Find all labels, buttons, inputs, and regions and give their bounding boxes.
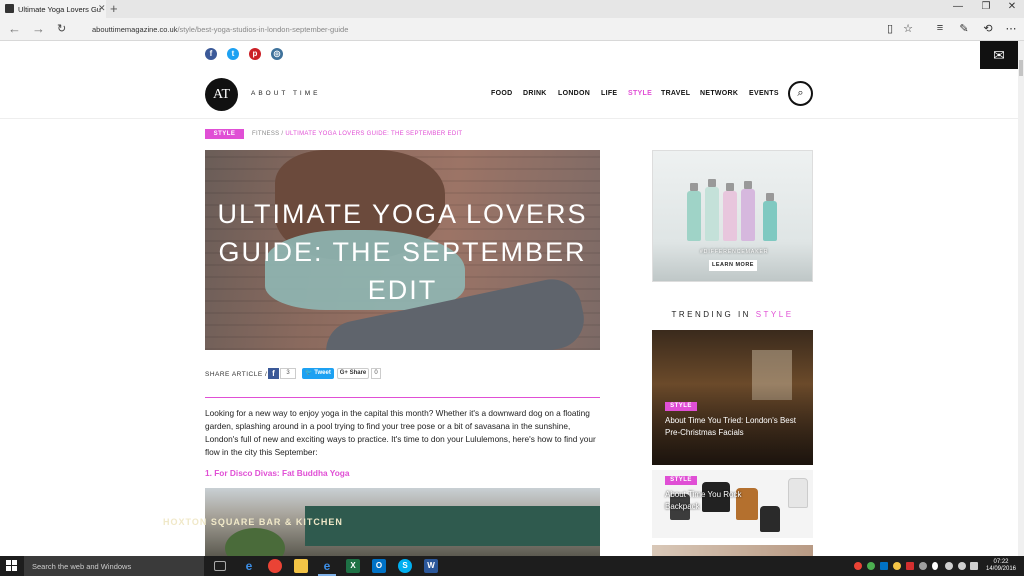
facebook-share-count: 3 [280, 368, 296, 379]
tray-battery-icon[interactable] [932, 562, 938, 570]
tray-app-icon[interactable] [893, 562, 901, 570]
tray-keyboard-icon[interactable] [970, 562, 978, 570]
hub-icon[interactable]: ≡ [933, 22, 947, 34]
nav-style[interactable]: STYLE [628, 90, 652, 97]
clock-date: 14/09/2016 [985, 566, 1017, 572]
gplus-share-count: 0 [371, 368, 381, 379]
scrollbar-thumb[interactable] [1019, 60, 1023, 76]
new-tab-icon[interactable]: + [110, 1, 118, 16]
breadcrumb: FITNESS / ULTIMATE YOGA LOVERS GUIDE: TH… [252, 131, 462, 137]
card-badge[interactable]: STYLE [665, 402, 697, 411]
windows-taskbar: Search the web and Windows e e X O S W 0… [0, 556, 1024, 576]
excel-icon[interactable]: X [346, 559, 360, 573]
close-tab-icon[interactable]: ✕ [98, 3, 106, 14]
url-path: /style/best-yoga-studios-in-london-septe… [177, 25, 349, 34]
tab-title: Ultimate Yoga Lovers Gu [18, 5, 101, 14]
refresh-icon[interactable]: ↻ [57, 22, 66, 35]
facebook-icon[interactable]: f [205, 48, 217, 60]
site-name[interactable]: ABOUT TIME [251, 90, 321, 97]
chrome-icon[interactable] [268, 559, 282, 573]
tweet-button[interactable]: 🐦 Tweet [302, 368, 334, 379]
category-badge[interactable]: STYLE [205, 129, 244, 139]
tray-app-icon[interactable] [867, 562, 875, 570]
gplus-share-button[interactable]: G+ Share [337, 368, 369, 379]
more-icon[interactable]: ⋯ [1004, 22, 1018, 35]
url-field[interactable]: abouttimemagazine.co.uk/style/best-yoga-… [92, 25, 348, 34]
trending-card[interactable] [652, 330, 813, 465]
tray-shield-icon[interactable] [906, 562, 914, 570]
card-title[interactable]: About Time You Tried: London's Best Pre-… [665, 415, 800, 439]
windows-start-icon[interactable] [6, 560, 18, 572]
ad-bottle [741, 189, 755, 241]
tray-app-icon[interactable] [919, 562, 927, 570]
ad-bottle [723, 191, 737, 241]
article-intro: Looking for a new way to enjoy yoga in t… [205, 408, 596, 457]
web-note-icon[interactable]: ✎ [957, 22, 971, 35]
clock-time: 07:22 [993, 559, 1009, 565]
trending-card[interactable] [652, 545, 813, 556]
file-explorer-icon[interactable] [294, 559, 308, 573]
newsletter-mail-icon[interactable]: ✉ [980, 41, 1018, 69]
nav-life[interactable]: LIFE [601, 90, 617, 97]
breadcrumb-current: ULTIMATE YOGA LOVERS GUIDE: THE SEPTEMBE… [285, 131, 463, 137]
share-icon[interactable]: ⟲ [981, 22, 995, 35]
site-favicon-icon [5, 4, 14, 13]
edge-active-icon[interactable]: e [320, 559, 334, 573]
reading-view-icon[interactable]: ▯ [883, 22, 897, 35]
site-search-icon[interactable]: ⌕ [788, 81, 813, 106]
nav-events[interactable]: EVENTS [749, 90, 779, 97]
card-title[interactable]: About Time You Rock Backpack [665, 489, 765, 513]
nav-travel[interactable]: TRAVEL [661, 90, 690, 97]
tweet-label: Tweet [314, 370, 331, 376]
url-domain: abouttimemagazine.co.uk [92, 25, 178, 34]
twitter-icon[interactable]: t [227, 48, 239, 60]
header-divider [0, 118, 1018, 119]
ad-hashtag: #DIFFERENCEMAKER [700, 249, 769, 255]
outlook-icon[interactable]: O [372, 559, 386, 573]
restore-icon[interactable]: ❐ [972, 1, 1000, 12]
close-window-icon[interactable]: ✕ [998, 1, 1024, 12]
minimize-icon[interactable]: — [944, 1, 972, 12]
breadcrumb-fitness[interactable]: FITNESS / [252, 131, 283, 137]
tray-chrome-icon[interactable] [854, 562, 862, 570]
instagram-icon[interactable]: ◎ [271, 48, 283, 60]
trending-prefix: TRENDING IN [671, 310, 751, 319]
facebook-share-icon[interactable]: f [268, 368, 279, 379]
bar-sign: HOXTON SQUARE BAR & KITCHEN [163, 517, 343, 527]
address-bar: ← → ↻ abouttimemagazine.co.uk/style/best… [0, 18, 1024, 41]
taskbar-clock[interactable]: 07:22 14/09/2016 [982, 559, 1020, 573]
task-view-icon[interactable] [214, 561, 226, 571]
trending-heading: TRENDING IN STYLE [652, 310, 813, 319]
pinterest-icon[interactable]: p [249, 48, 261, 60]
tray-volume-icon[interactable] [958, 562, 966, 570]
tray-outlook-icon[interactable] [880, 562, 888, 570]
back-icon[interactable]: ← [8, 21, 21, 36]
card-badge[interactable]: STYLE [665, 476, 697, 485]
share-divider [205, 397, 600, 398]
ad-bottle [705, 187, 719, 241]
browser-tab[interactable]: Ultimate Yoga Lovers Gu ✕ [0, 0, 106, 18]
nav-drink[interactable]: DRINK [523, 90, 547, 97]
section-heading: 1. For Disco Divas: Fat Buddha Yoga [205, 468, 350, 478]
forward-icon[interactable]: → [32, 21, 45, 36]
browser-tab-bar: Ultimate Yoga Lovers Gu ✕ + — ❐ ✕ [0, 0, 1024, 18]
share-label: SHARE ARTICLE / [205, 371, 268, 378]
scrollbar-track[interactable] [1018, 41, 1024, 556]
site-logo[interactable]: AT [205, 78, 238, 111]
gplus-label: Share [349, 370, 367, 376]
ad-learn-more-button[interactable]: LEARN MORE [709, 260, 757, 271]
edge-icon[interactable]: e [242, 559, 256, 573]
article-title: ULTIMATE YOGA LOVERS GUIDE: THE SEPTEMBE… [217, 199, 588, 305]
tray-wifi-icon[interactable] [945, 562, 953, 570]
nav-london[interactable]: LONDON [558, 90, 590, 97]
trending-category: STYLE [755, 310, 794, 319]
nav-food[interactable]: FOOD [491, 90, 512, 97]
ad-bottle [687, 191, 701, 241]
word-icon[interactable]: W [424, 559, 438, 573]
taskbar-search-input[interactable]: Search the web and Windows [24, 556, 204, 576]
favorite-star-icon[interactable]: ☆ [901, 22, 915, 35]
nav-network[interactable]: NETWORK [700, 90, 738, 97]
ad-bottle [763, 201, 777, 241]
skype-icon[interactable]: S [398, 559, 412, 573]
